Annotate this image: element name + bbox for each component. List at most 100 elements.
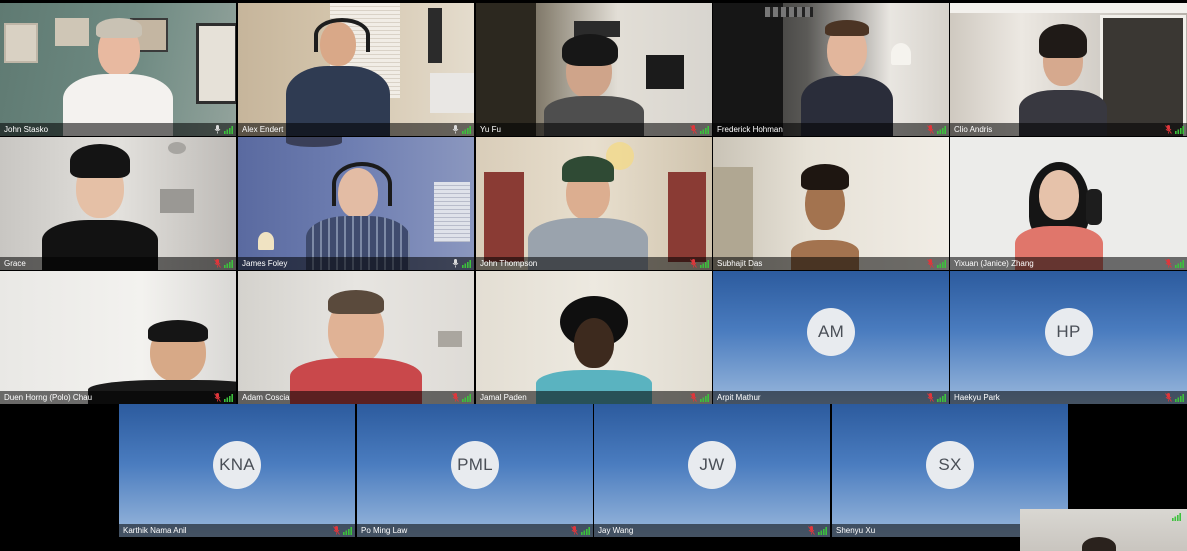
avatar-initials: AM: [807, 308, 855, 357]
muted-microphone-icon: [1165, 125, 1172, 134]
participant-name: Duen Horng (Polo) Chau: [4, 393, 93, 402]
video-tile-frederick-hohman[interactable]: Frederick Hohman: [713, 3, 949, 136]
signal-strength-icon: [937, 125, 946, 134]
muted-microphone-icon: [1165, 393, 1172, 402]
self-view-head: [1082, 537, 1116, 551]
signal-strength-icon: [937, 259, 946, 268]
participant-name: Shenyu Xu: [836, 526, 876, 535]
participant-name: Haekyu Park: [954, 393, 1000, 402]
muted-microphone-icon: [1165, 259, 1172, 268]
microphone-icon: [214, 125, 221, 134]
participant-name: Frederick Hohman: [717, 125, 783, 134]
video-feed: [238, 3, 474, 136]
signal-strength-icon: [1175, 393, 1184, 402]
video-tile-grace[interactable]: Grace: [0, 137, 236, 270]
muted-microphone-icon: [214, 259, 221, 268]
signal-strength-icon: [224, 259, 233, 268]
video-tile-jamal-paden[interactable]: Jamal Paden: [476, 271, 712, 404]
signal-strength-icon: [462, 259, 471, 268]
signal-strength-icon: [700, 125, 709, 134]
video-tile-adam-coscia[interactable]: Adam Coscia: [238, 271, 474, 404]
participant-namebar: Jamal Paden: [476, 391, 712, 404]
video-tile-james-foley[interactable]: James Foley: [238, 137, 474, 270]
participant-name: Yixuan (Janice) Zhang: [954, 259, 1034, 268]
avatar-background: AM: [713, 271, 949, 404]
signal-strength-icon: [224, 125, 233, 134]
video-tile-yixuan-janice-zhang[interactable]: Yixuan (Janice) Zhang: [950, 137, 1187, 270]
video-feed: [0, 271, 236, 404]
self-view-video[interactable]: [1020, 509, 1187, 551]
video-tile-jay-wang[interactable]: JW Jay Wang: [594, 404, 830, 537]
avatar-initials: KNA: [213, 441, 261, 490]
avatar-initials: JW: [688, 441, 736, 490]
participant-name: Adam Coscia: [242, 393, 290, 402]
video-feed: [476, 3, 712, 136]
participant-namebar: Arpit Mathur: [713, 391, 949, 404]
signal-strength-icon: [937, 393, 946, 402]
participant-namebar: Haekyu Park: [950, 391, 1187, 404]
participant-namebar: Grace: [0, 257, 236, 270]
avatar-initials: PML: [451, 441, 499, 490]
muted-microphone-icon: [333, 526, 340, 535]
signal-strength-icon: [1175, 259, 1184, 268]
video-feed: [950, 137, 1187, 270]
signal-strength-icon: [818, 526, 827, 535]
muted-microphone-icon: [927, 125, 934, 134]
participant-namebar: John Stasko: [0, 123, 236, 136]
video-tile-alex-endert[interactable]: Alex Endert: [238, 3, 474, 136]
video-tile-john-stasko[interactable]: John Stasko: [0, 3, 236, 136]
participant-name: Alex Endert: [242, 125, 284, 134]
muted-microphone-icon: [690, 125, 697, 134]
participant-name: Clio Andris: [954, 125, 993, 134]
avatar-initials: SX: [926, 441, 974, 490]
signal-strength-icon: [581, 526, 590, 535]
muted-microphone-icon: [690, 393, 697, 402]
signal-strength-icon: [1175, 125, 1184, 134]
participant-namebar: Yu Fu: [476, 123, 712, 136]
muted-microphone-icon: [214, 393, 221, 402]
video-tile-karthik-nama-anil[interactable]: KNA Karthik Nama Anil: [119, 404, 355, 537]
participant-name: Jamal Paden: [480, 393, 527, 402]
muted-microphone-icon: [452, 393, 459, 402]
video-tile-yu-fu[interactable]: Yu Fu: [476, 3, 712, 136]
avatar-background: HP: [950, 271, 1187, 404]
video-tile-subhajit-das[interactable]: Subhajit Das: [713, 137, 949, 270]
participant-name: Yu Fu: [480, 125, 501, 134]
video-tile-duen-horng-polo-chau[interactable]: Duen Horng (Polo) Chau: [0, 271, 236, 404]
participant-name: James Foley: [242, 259, 288, 268]
avatar-background: KNA: [119, 404, 355, 537]
muted-microphone-icon: [571, 526, 578, 535]
participant-namebar: Clio Andris: [950, 123, 1187, 136]
video-tile-john-thompson[interactable]: John Thompson: [476, 137, 712, 270]
avatar-initials: HP: [1044, 308, 1093, 357]
muted-microphone-icon: [808, 526, 815, 535]
avatar-background: PML: [357, 404, 593, 537]
muted-microphone-icon: [927, 393, 934, 402]
avatar-background: JW: [594, 404, 830, 537]
video-tile-haekyu-park[interactable]: HP Haekyu Park: [950, 271, 1187, 404]
signal-strength-icon: [462, 125, 471, 134]
participant-name: John Stasko: [4, 125, 49, 134]
participant-name: Subhajit Das: [717, 259, 763, 268]
video-feed: [0, 137, 236, 270]
video-tile-clio-andris[interactable]: Clio Andris: [950, 3, 1187, 136]
participant-namebar: Yixuan (Janice) Zhang: [950, 257, 1187, 270]
signal-strength-icon: [700, 393, 709, 402]
participant-namebar: Subhajit Das: [713, 257, 949, 270]
video-feed: [713, 137, 949, 270]
participant-namebar: Alex Endert: [238, 123, 474, 136]
participant-namebar: Adam Coscia: [238, 391, 474, 404]
signal-strength-icon: [343, 526, 352, 535]
participant-namebar: Frederick Hohman: [713, 123, 949, 136]
video-tile-arpit-mathur[interactable]: AM Arpit Mathur: [713, 271, 949, 404]
participant-name: Po Ming Law: [361, 526, 408, 535]
signal-strength-icon: [1172, 513, 1181, 521]
video-tile-po-ming-law[interactable]: PML Po Ming Law: [357, 404, 593, 537]
participant-namebar: Duen Horng (Polo) Chau: [0, 391, 236, 404]
video-feed: [950, 3, 1187, 136]
participant-name: Jay Wang: [598, 526, 634, 535]
participant-namebar: Karthik Nama Anil: [119, 524, 355, 537]
signal-strength-icon: [700, 259, 709, 268]
muted-microphone-icon: [690, 259, 697, 268]
participant-name: Grace: [4, 259, 26, 268]
